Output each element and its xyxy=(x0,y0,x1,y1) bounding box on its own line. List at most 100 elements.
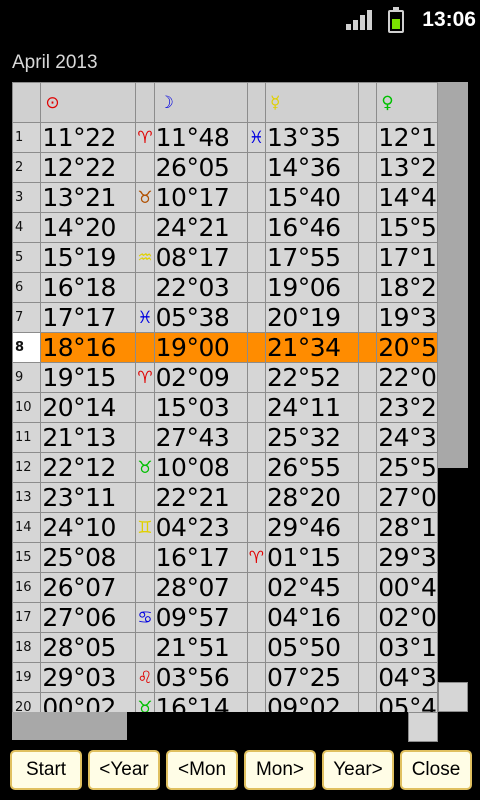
table-row[interactable]: 14 24°10 ♊ 04°23 29°46 28°1 xyxy=(12,512,438,543)
sun-position: 18°16 xyxy=(40,332,137,363)
venus-position: 25°5 xyxy=(376,452,438,483)
mercury-position: 16°46 xyxy=(264,212,360,243)
table-row[interactable]: 7 17°17 ♓ 05°38 20°19 19°3 xyxy=(12,302,438,333)
moon-position: 11°48 xyxy=(153,122,248,153)
day-number: 8 xyxy=(12,332,42,363)
venus-position: 13°2 xyxy=(376,152,438,183)
sun-position: 00°02 xyxy=(40,692,137,712)
table-row[interactable]: 15 25°08 16°17 ♈ 01°15 29°3 xyxy=(12,542,438,573)
sun-position: 12°22 xyxy=(40,152,137,183)
next-year-button[interactable]: Year> xyxy=(322,750,394,790)
day-number: 15 xyxy=(12,542,42,573)
battery-icon xyxy=(388,7,404,33)
zodiac-sign-icon xyxy=(246,422,266,453)
moon-icon: ☽ xyxy=(153,82,248,123)
sun-position: 22°12 xyxy=(40,452,137,483)
day-number: 19 xyxy=(12,662,42,693)
table-row[interactable]: 20 00°02 ♉ 16°14 09°02 05°4 xyxy=(12,692,438,712)
day-number: 14 xyxy=(12,512,42,543)
zodiac-sign-icon: ♋ xyxy=(135,602,155,633)
moon-position: 02°09 xyxy=(153,362,248,393)
zodiac-sign-icon xyxy=(246,602,266,633)
zodiac-sign-icon xyxy=(358,242,378,273)
venus-position: 18°2 xyxy=(376,272,438,303)
table-row[interactable]: 11 21°13 27°43 25°32 24°3 xyxy=(12,422,438,453)
sun-position: 20°14 xyxy=(40,392,137,423)
table-row[interactable]: 17 27°06 ♋ 09°57 04°16 02°0 xyxy=(12,602,438,633)
zodiac-sign-icon xyxy=(358,452,378,483)
zodiac-sign-icon: ♌ xyxy=(135,662,155,693)
zodiac-sign-icon xyxy=(246,182,266,213)
table-row[interactable]: 10 20°14 15°03 24°11 23°2 xyxy=(12,392,438,423)
mercury-position: 17°55 xyxy=(264,242,360,273)
zodiac-sign-icon: ♓ xyxy=(135,302,155,333)
moon-position: 09°57 xyxy=(153,602,248,633)
sun-position: 27°06 xyxy=(40,602,137,633)
mercury-position: 15°40 xyxy=(264,182,360,213)
header-corner xyxy=(12,82,42,123)
venus-position: 02°0 xyxy=(376,602,438,633)
day-number: 10 xyxy=(12,392,42,423)
zodiac-sign-icon xyxy=(135,542,155,573)
table-row[interactable]: 8 18°16 19°00 21°34 20°5 xyxy=(12,332,438,363)
moon-position: 27°43 xyxy=(153,422,248,453)
zodiac-sign-icon xyxy=(246,152,266,183)
table-row[interactable]: 18 28°05 21°51 05°50 03°1 xyxy=(12,632,438,663)
day-number: 7 xyxy=(12,302,42,333)
sun-position: 16°18 xyxy=(40,272,137,303)
table-row[interactable]: 2 12°22 26°05 14°36 13°2 xyxy=(12,152,438,183)
table-row[interactable]: 6 16°18 22°03 19°06 18°2 xyxy=(12,272,438,303)
sun-position: 17°17 xyxy=(40,302,137,333)
table-row[interactable]: 19 29°03 ♌ 03°56 07°25 04°3 xyxy=(12,662,438,693)
horizontal-scrollbar[interactable] xyxy=(12,712,127,740)
venus-position: 23°2 xyxy=(376,392,438,423)
day-number: 6 xyxy=(12,272,42,303)
header-spacer xyxy=(358,82,378,123)
venus-position: 20°5 xyxy=(376,332,438,363)
day-number: 16 xyxy=(12,572,42,603)
venus-position: 14°4 xyxy=(376,182,438,213)
table-row[interactable]: 1 11°22 ♈ 11°48 ♓ 13°35 12°1 xyxy=(12,122,438,153)
table-row[interactable]: 3 13°21 ♉ 10°17 15°40 14°4 xyxy=(12,182,438,213)
zodiac-sign-icon xyxy=(135,422,155,453)
zodiac-sign-icon xyxy=(358,602,378,633)
zodiac-sign-icon xyxy=(358,512,378,543)
moon-position: 10°08 xyxy=(153,452,248,483)
mercury-position: 02°45 xyxy=(264,572,360,603)
table-row[interactable]: 16 26°07 28°07 02°45 00°4 xyxy=(12,572,438,603)
next-month-button[interactable]: Mon> xyxy=(244,750,316,790)
zodiac-sign-icon xyxy=(358,122,378,153)
start-button[interactable]: Start xyxy=(10,750,82,790)
zodiac-sign-icon xyxy=(246,572,266,603)
zodiac-sign-icon xyxy=(358,362,378,393)
venus-position: 27°0 xyxy=(376,482,438,513)
prev-month-button[interactable]: <Mon xyxy=(166,750,238,790)
sun-position: 11°22 xyxy=(40,122,137,153)
zodiac-sign-icon xyxy=(358,422,378,453)
ephemeris-table[interactable]: ⊙ ☽ ☿ ♀ 1 11°22 ♈ 11°48 ♓ 13°35 12°1 2 12°22 26°0… xyxy=(12,82,438,712)
moon-position: 19°00 xyxy=(153,332,248,363)
prev-year-button[interactable]: <Year xyxy=(88,750,160,790)
venus-position: 17°1 xyxy=(376,242,438,273)
day-number: 11 xyxy=(12,422,42,453)
vertical-scrollbar[interactable] xyxy=(438,82,468,468)
zodiac-sign-icon xyxy=(358,212,378,243)
moon-position: 24°21 xyxy=(153,212,248,243)
table-row[interactable]: 9 19°15 ♈ 02°09 22°52 22°0 xyxy=(12,362,438,393)
sun-position: 29°03 xyxy=(40,662,137,693)
mercury-position: 09°02 xyxy=(264,692,360,712)
zodiac-sign-icon xyxy=(246,632,266,663)
day-number: 5 xyxy=(12,242,42,273)
table-row[interactable]: 5 15°19 ♒ 08°17 17°55 17°1 xyxy=(12,242,438,273)
venus-position: 19°3 xyxy=(376,302,438,333)
zodiac-sign-icon xyxy=(135,152,155,183)
table-row[interactable]: 12 22°12 ♉ 10°08 26°55 25°5 xyxy=(12,452,438,483)
close-button[interactable]: Close xyxy=(400,750,472,790)
zodiac-sign-icon: ♓ xyxy=(246,122,266,153)
sun-position: 15°19 xyxy=(40,242,137,273)
day-number: 9 xyxy=(12,362,42,393)
table-row[interactable]: 13 23°11 22°21 28°20 27°0 xyxy=(12,482,438,513)
mercury-position: 14°36 xyxy=(264,152,360,183)
mercury-position: 01°15 xyxy=(264,542,360,573)
table-row[interactable]: 4 14°20 24°21 16°46 15°5 xyxy=(12,212,438,243)
